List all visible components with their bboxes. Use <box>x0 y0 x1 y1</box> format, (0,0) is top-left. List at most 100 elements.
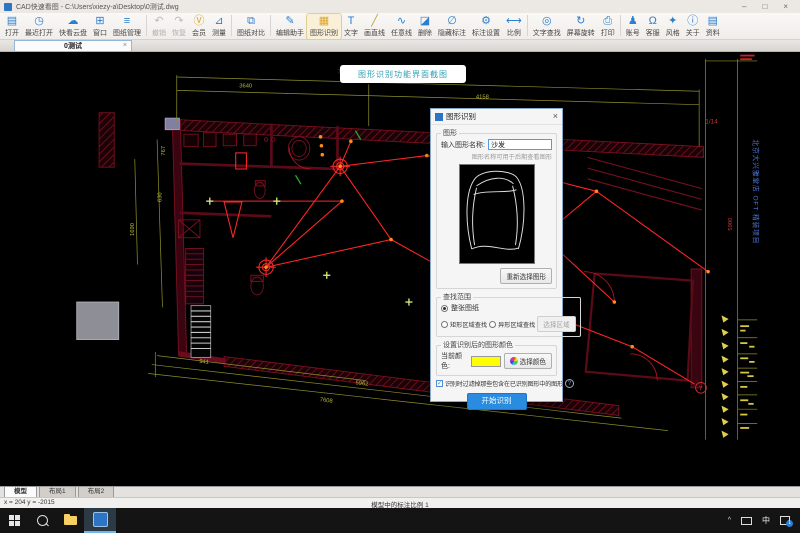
maximize-icon[interactable]: □ <box>762 0 767 13</box>
walls <box>76 112 705 416</box>
shape-recognition-dialog: 图形识别 × 图形 输入图形名称: 图形名称可用于后期查看图形 <box>430 108 581 410</box>
toolbar-print-button[interactable]: ⎙ 打印 <box>598 14 618 39</box>
layout-tab-1[interactable]: 布局1 <box>39 486 76 497</box>
toolbar-icon: ╱ <box>371 15 378 27</box>
toolbar-cloud-button[interactable]: ☁ 快看云盘 <box>56 14 90 39</box>
toolbar-label: 资料 <box>705 30 720 37</box>
toolbar-text-search-button[interactable]: ◎ 文字查找 <box>530 14 564 39</box>
toolbar-icon: ☁ <box>67 15 79 27</box>
statusbar: x = 204 y = -2015 模型中的标注比例 1 <box>0 497 800 509</box>
dim-label-top-right: 4158 <box>476 94 489 100</box>
notification-icon[interactable]: 1 <box>780 516 793 527</box>
toolbar-icon: ⚙ <box>481 15 491 27</box>
toolbar-annotation-settings-button[interactable]: ⚙ 标注设置 <box>469 14 503 39</box>
toolbar-scale-button[interactable]: ⟷ 比例 <box>503 14 525 39</box>
dialog-titlebar[interactable]: 图形识别 × <box>431 109 562 125</box>
result-color-label: 设置识别后的图形颜色 <box>443 342 513 349</box>
toolbar-text-button[interactable]: T 文字 <box>341 14 361 39</box>
notification-badge: 1 <box>786 520 793 527</box>
file-explorer-button[interactable] <box>56 508 84 533</box>
start-button[interactable] <box>0 508 28 533</box>
toolbar-shape-recognition-button[interactable]: ▦ 图形识别 <box>306 13 342 40</box>
reselect-shape-button[interactable]: 重新选择图形 <box>500 268 552 284</box>
toolbar-support-button[interactable]: Ω 客服 <box>643 14 663 39</box>
shape-name-label: 输入图形名称: <box>441 141 485 149</box>
search-button[interactable] <box>28 508 56 533</box>
toolbar-label: 测量 <box>212 30 226 37</box>
tray-chevron-icon[interactable]: ^ <box>728 517 731 524</box>
search-icon <box>36 515 48 526</box>
toolbar-icon: ▤ <box>707 15 718 27</box>
toolbar-clock-button[interactable]: ◷ 最近打开 <box>22 14 56 39</box>
radio-polygon-region[interactable] <box>489 320 497 328</box>
choose-color-button[interactable]: 选择颜色 <box>503 353 552 369</box>
toolbar-icon: ▦ <box>318 15 330 27</box>
toolbar-about-button[interactable]: ⓘ 关于 <box>683 14 703 39</box>
start-recognition-button[interactable]: 开始识别 <box>466 393 527 410</box>
title-block-cell-marks <box>740 325 755 429</box>
layout-tab-2[interactable]: 布局2 <box>77 486 115 497</box>
layout-tab-model[interactable]: 模型 <box>4 486 37 497</box>
dim-label-left-b: 630 <box>158 192 164 202</box>
toolbar-measure-button[interactable]: ⊿ 测量 <box>209 14 229 39</box>
choose-color-button-label: 选择颜色 <box>519 359 546 366</box>
toolbar-label: 最近打开 <box>25 30 53 37</box>
filter-checkbox[interactable]: ✓ <box>436 380 443 387</box>
toolbar-eraser-button[interactable]: ◪ 删除 <box>415 14 435 39</box>
toolbar-account-button[interactable]: ♟ 账号 <box>623 14 643 39</box>
toolbar-straight-line-button[interactable]: ╱ 画直线 <box>361 14 388 39</box>
toolbar-folder-open-button[interactable]: ▤ 打开 <box>2 14 22 39</box>
toolbar-freehand-line-button[interactable]: ∿ 任意线 <box>388 14 415 39</box>
toolbar-screen-rotate-button[interactable]: ↻ 屏幕旋转 <box>564 14 598 39</box>
toolbar-divider <box>619 15 621 36</box>
toolbar-hide-annotation-button[interactable]: ∅ 隐藏标注 <box>435 14 469 39</box>
toolbar-redo-button[interactable]: ↷ 恢复 <box>169 14 189 39</box>
toolbar-style-button[interactable]: ✦ 风格 <box>663 14 683 39</box>
color-wheel-icon <box>509 357 518 365</box>
ime-indicator[interactable]: 中 <box>762 515 770 526</box>
toolbar-label: 撤销 <box>152 30 166 37</box>
toolbar-undo-button[interactable]: ↶ 撤销 <box>149 14 169 39</box>
radio-whole-drawing[interactable] <box>441 304 448 312</box>
toolbar-vip-button[interactable]: Ⓥ 会员 <box>189 14 209 39</box>
title-block: 北京大兴雅堂店 OFT 精装项目 <box>740 54 761 429</box>
toolbar-label: 画直线 <box>364 30 385 37</box>
folder-icon <box>63 514 77 525</box>
toolbar-label: 编辑助手 <box>276 30 304 37</box>
toolbar-label: 屏幕旋转 <box>566 30 595 37</box>
window-title: CAD快速看图 - C:\Users\xiezy-a\Desktop\0测试.d… <box>16 3 179 11</box>
radio-whole-drawing-label: 整张图纸 <box>451 305 479 312</box>
help-icon[interactable]: ? <box>564 379 574 388</box>
sheet-title-vertical: 北京大兴雅堂店 OFT 精装项目 <box>752 140 761 245</box>
dialog-close-icon[interactable]: × <box>553 109 558 124</box>
toolbar-window-button[interactable]: ⊞ 窗口 <box>90 14 110 39</box>
tab-close-icon[interactable]: × <box>123 41 127 51</box>
shape-group-label: 图形 <box>443 130 457 137</box>
toolbar-divider <box>146 15 147 36</box>
toolbar-icon: ↷ <box>174 15 184 27</box>
toolbar-label: 关于 <box>685 30 700 37</box>
radio-rect-region-label: 矩形区域查找 <box>450 321 488 329</box>
sofa-outline <box>465 170 524 250</box>
toolbar-icon: ♟ <box>627 15 638 27</box>
toolbar-label: 恢复 <box>172 30 186 37</box>
dim-label-bottom-c: 7608 <box>319 397 333 405</box>
close-icon[interactable]: × <box>783 0 788 13</box>
toolbar-layers-button[interactable]: ≡ 图纸管理 <box>110 14 144 39</box>
display-tray-icon[interactable] <box>741 516 752 525</box>
toolbar-icon: ⊞ <box>95 15 105 27</box>
toolbar-label: 图形识别 <box>310 30 338 37</box>
toolbar-docs-button[interactable]: ▤ 资料 <box>703 14 723 39</box>
cad-app-taskbar-button[interactable] <box>84 508 116 533</box>
current-color-label: 当前颜色: <box>441 353 462 370</box>
annotation-banner: 图形识别功能界面截图 <box>340 65 466 83</box>
toolbar-edit-assistant-button[interactable]: ✎ 编辑助手 <box>273 14 307 39</box>
shape-name-input[interactable] <box>487 139 552 150</box>
radio-rect-region[interactable] <box>441 320 448 328</box>
toolbar-compare-button[interactable]: ⧉ 图纸对比 <box>234 14 268 39</box>
toolbar-label: 删除 <box>418 30 432 37</box>
minimize-icon[interactable]: – <box>742 0 746 13</box>
tab-0-test[interactable]: 0测试 × <box>14 40 132 52</box>
toolbar-divider <box>231 15 232 36</box>
drawing-canvas[interactable]: 7798 3640 4158 767 630 1690 941 5962 760… <box>0 52 800 486</box>
